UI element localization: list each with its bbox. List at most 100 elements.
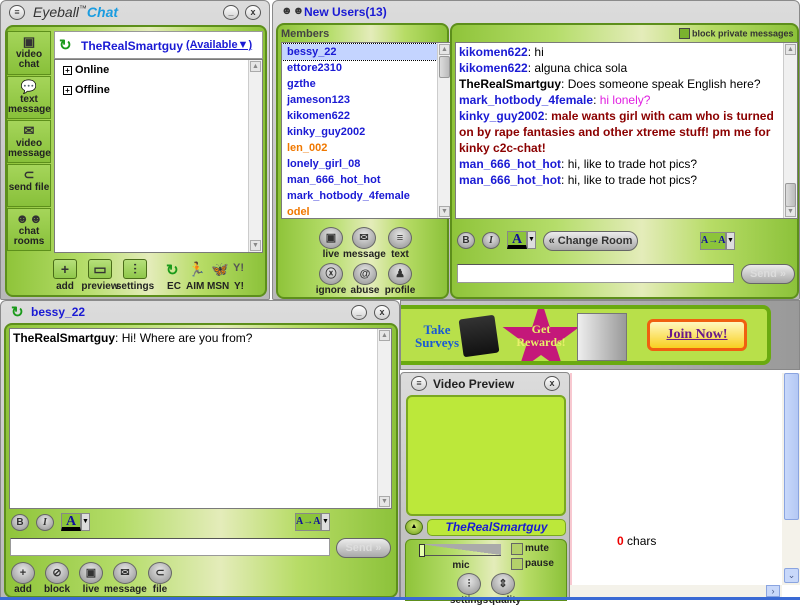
- text-color-button[interactable]: A: [507, 231, 527, 249]
- preview-button[interactable]: ▭: [88, 259, 112, 279]
- horizontal-scrollbar[interactable]: ›: [570, 585, 782, 597]
- scroll-down-icon[interactable]: ▼: [379, 496, 390, 507]
- private-send-button[interactable]: Send »: [336, 538, 391, 558]
- member-item[interactable]: mark_hotbody_4female: [282, 188, 437, 204]
- video-message-button[interactable]: ✉: [113, 562, 137, 584]
- sidebar-chat-rooms[interactable]: ☻☻ chat rooms: [7, 208, 51, 251]
- message-author[interactable]: TheRealSmartguy: [13, 331, 115, 345]
- block-private-checkbox[interactable]: [679, 28, 690, 40]
- scroll-down-icon[interactable]: ▼: [250, 240, 261, 251]
- room-titlebar[interactable]: ☻☻ New Users(13): [273, 1, 799, 23]
- add-contact-button[interactable]: +: [53, 259, 77, 279]
- group-offline[interactable]: + Offline: [63, 84, 110, 96]
- msn-network-icon[interactable]: 🦋: [211, 261, 228, 278]
- video-titlebar[interactable]: ≡ Video Preview x: [401, 373, 569, 395]
- italic-button[interactable]: I: [482, 232, 500, 249]
- pause-checkbox[interactable]: [511, 558, 523, 570]
- message-author[interactable]: kikomen622: [459, 45, 528, 59]
- member-item[interactable]: gzthe: [282, 76, 437, 92]
- join-now-button[interactable]: Join Now!: [647, 319, 747, 351]
- font-size-button[interactable]: A→A: [700, 232, 726, 250]
- sidebar-video-chat[interactable]: ▣ video chat: [7, 31, 51, 75]
- expand-icon[interactable]: +: [63, 66, 72, 75]
- scroll-up-icon[interactable]: ▲: [785, 44, 796, 55]
- member-item[interactable]: jameson123: [282, 92, 437, 108]
- member-item[interactable]: lonely_girl_08: [282, 156, 437, 172]
- group-online[interactable]: + Online: [63, 64, 109, 76]
- message-author[interactable]: kikomen622: [459, 61, 528, 75]
- scroll-thumb[interactable]: [785, 183, 796, 207]
- mic-slider[interactable]: [419, 544, 501, 558]
- text-button[interactable]: ≡: [388, 227, 412, 249]
- block-button[interactable]: ⊘: [45, 562, 69, 584]
- member-item[interactable]: ettore2310: [282, 60, 437, 76]
- private-titlebar[interactable]: ↻ bessy_22 _ x: [1, 301, 399, 323]
- member-item[interactable]: odel: [282, 204, 437, 218]
- scroll-up-icon[interactable]: ▲: [379, 330, 390, 341]
- profile-button[interactable]: ♟: [388, 263, 412, 285]
- message-author[interactable]: man_666_hot_hot: [459, 157, 561, 171]
- aim-network-icon[interactable]: 🏃: [188, 261, 205, 278]
- send-file-button[interactable]: ⊂: [148, 562, 172, 584]
- members-scrollbar[interactable]: ▲ ▼: [437, 43, 451, 218]
- scroll-right-icon[interactable]: ›: [766, 585, 780, 597]
- chat-scrollbar[interactable]: ▲ ▼: [783, 43, 797, 218]
- mute-checkbox[interactable]: [511, 543, 523, 555]
- bold-button[interactable]: B: [457, 232, 475, 249]
- minimize-button[interactable]: _: [351, 305, 367, 320]
- scroll-thumb[interactable]: [439, 56, 450, 78]
- change-room-button[interactable]: « Change Room: [543, 231, 638, 251]
- expand-video-button[interactable]: ▲: [405, 519, 423, 535]
- scroll-thumb[interactable]: [784, 373, 799, 520]
- message-author[interactable]: man_666_hot_hot: [459, 173, 561, 187]
- sidebar-video-message[interactable]: ✉ video message: [7, 120, 51, 163]
- scroll-down-icon[interactable]: ▼: [439, 206, 450, 217]
- member-item[interactable]: man_666_hot_hot: [282, 172, 437, 188]
- add-contact-button[interactable]: +: [11, 562, 35, 584]
- video-message-button[interactable]: ✉: [352, 227, 376, 249]
- private-message-input[interactable]: [10, 538, 330, 556]
- scroll-down-icon[interactable]: ⌄: [784, 568, 799, 583]
- scroll-up-icon[interactable]: ▲: [250, 61, 261, 72]
- member-item[interactable]: kikomen622: [282, 108, 437, 124]
- italic-button[interactable]: I: [36, 514, 54, 531]
- menu-icon[interactable]: ≡: [411, 376, 427, 391]
- message-author[interactable]: mark_hotbody_4female: [459, 93, 593, 107]
- message-author[interactable]: kinky_guy2002: [459, 109, 544, 123]
- close-button[interactable]: x: [374, 305, 390, 320]
- contacts-scrollbar[interactable]: ▲ ▼: [248, 60, 262, 252]
- mic-slider-handle[interactable]: [419, 544, 425, 557]
- room-message-input[interactable]: [457, 264, 734, 283]
- scroll-down-icon[interactable]: ▼: [785, 206, 796, 217]
- main-titlebar[interactable]: ≡ Eyeball™Chat _ x: [1, 1, 269, 23]
- private-scrollbar[interactable]: ▲ ▼: [377, 329, 391, 508]
- block-private-toggle[interactable]: block private messages: [679, 28, 794, 40]
- message-author[interactable]: TheRealSmartguy: [459, 77, 561, 91]
- room-send-button[interactable]: Send »: [741, 264, 795, 284]
- video-settings-button[interactable]: ⫶: [457, 573, 481, 595]
- ec-network-icon[interactable]: ↻: [166, 261, 179, 279]
- abuse-button[interactable]: @: [353, 263, 377, 285]
- settings-button[interactable]: ⫶: [123, 259, 147, 279]
- minimize-button[interactable]: _: [223, 5, 239, 20]
- menu-icon[interactable]: ≡: [9, 5, 25, 20]
- sidebar-send-file[interactable]: ⊂ send file: [7, 164, 51, 207]
- live-button[interactable]: ▣: [79, 562, 103, 584]
- text-color-button[interactable]: A: [61, 513, 81, 531]
- status-dropdown[interactable]: (Available▼): [186, 39, 252, 51]
- close-button[interactable]: x: [544, 376, 560, 391]
- vertical-scrollbar[interactable]: ⌄: [782, 373, 800, 585]
- text-color-dropdown[interactable]: ▼: [81, 513, 90, 531]
- ignore-button[interactable]: ⓧ: [319, 263, 343, 285]
- live-button[interactable]: ▣: [319, 227, 343, 249]
- ad-banner[interactable]: Take Surveys Get Rewards! Join Now!: [401, 305, 771, 365]
- scroll-up-icon[interactable]: ▲: [439, 44, 450, 55]
- quality-button[interactable]: ⇕: [491, 573, 515, 595]
- expand-icon[interactable]: +: [63, 86, 72, 95]
- member-item[interactable]: kinky_guy2002: [282, 124, 437, 140]
- yahoo-network-icon[interactable]: Y!: [233, 262, 244, 274]
- sidebar-text-message[interactable]: 💬 text message: [7, 76, 51, 119]
- font-size-dropdown[interactable]: ▼: [726, 232, 735, 250]
- bold-button[interactable]: B: [11, 514, 29, 531]
- close-button[interactable]: x: [245, 5, 261, 20]
